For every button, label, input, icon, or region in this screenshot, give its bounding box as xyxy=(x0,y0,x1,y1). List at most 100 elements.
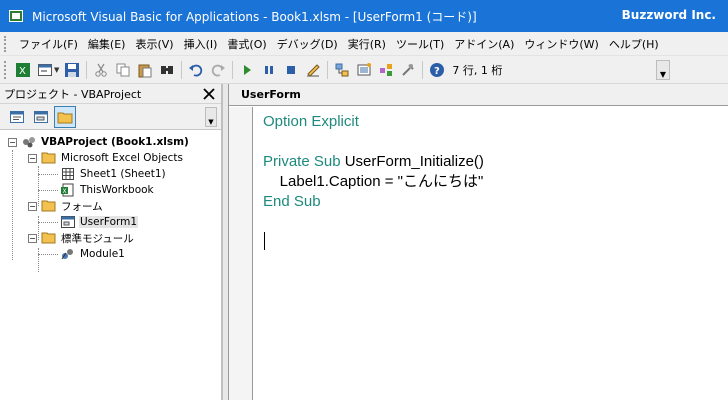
project-explorer-header: プロジェクト - VBAProject xyxy=(0,84,221,104)
run-icon[interactable] xyxy=(237,60,257,80)
svg-text:X: X xyxy=(19,66,26,77)
toolbar-overflow-button[interactable]: ▼ xyxy=(656,60,670,80)
reset-icon[interactable] xyxy=(281,60,301,80)
object-browser-icon[interactable] xyxy=(376,60,396,80)
code-editor[interactable]: Option Explicit Private Sub UserForm_Ini… xyxy=(263,112,484,212)
collapse-icon[interactable]: − xyxy=(28,153,37,163)
toolbar-separator xyxy=(327,60,329,79)
menu-debug[interactable]: デバッグ(D) xyxy=(272,36,343,52)
tree-node-sheet1[interactable]: Sheet1 (Sheet1) xyxy=(60,166,167,182)
project-explorer: プロジェクト - VBAProject ▼ − VBAProject (Book… xyxy=(0,84,222,400)
cut-icon[interactable] xyxy=(91,60,111,80)
project-toolbar-overflow-button[interactable]: ▼ xyxy=(205,107,217,127)
vba-project-icon xyxy=(21,135,37,149)
toggle-folders-icon[interactable] xyxy=(54,105,76,128)
tree-label-vbaproject: VBAProject (Book1.xlsm) xyxy=(41,136,189,148)
code-window: UserForm Option Explicit Private Sub Use… xyxy=(228,84,728,400)
menu-help[interactable]: ヘルプ(H) xyxy=(604,36,664,52)
menu-addins[interactable]: アドイン(A) xyxy=(449,36,519,52)
collapse-icon[interactable]: − xyxy=(28,233,37,243)
text-caret xyxy=(264,232,265,250)
tree-node-forms[interactable]: − フォーム xyxy=(28,198,104,214)
insert-userform-icon[interactable] xyxy=(35,60,55,80)
code-window-header: UserForm xyxy=(229,84,728,106)
menu-insert[interactable]: 挿入(I) xyxy=(179,36,223,52)
code-line: End Sub xyxy=(263,192,484,212)
tree-label-forms: フォーム xyxy=(61,200,103,213)
menu-bar: ファイル(F) 編集(E) 表示(V) 挿入(I) 書式(O) デバッグ(D) … xyxy=(0,32,728,56)
worksheet-icon xyxy=(60,167,76,181)
tree-node-userform1[interactable]: UserForm1 xyxy=(60,214,139,230)
tree-label-excel-objects: Microsoft Excel Objects xyxy=(61,152,183,164)
close-icon[interactable] xyxy=(201,86,217,102)
cursor-position-label: 7 行, 1 桁 xyxy=(452,63,503,77)
svg-text:X: X xyxy=(63,188,67,195)
insert-dropdown-icon[interactable]: ▼ xyxy=(54,66,59,74)
tree-node-thisworkbook[interactable]: X ThisWorkbook xyxy=(60,182,155,198)
menu-run[interactable]: 実行(R) xyxy=(343,36,391,52)
code-keyword: Private Sub xyxy=(263,153,341,170)
code-margin[interactable] xyxy=(229,107,253,400)
svg-text:?: ? xyxy=(434,66,440,77)
menu-edit[interactable]: 編集(E) xyxy=(83,36,131,52)
vba-app-icon[interactable] xyxy=(8,8,24,24)
folder-open-icon xyxy=(41,151,57,165)
code-line: Private Sub UserForm_Initialize() xyxy=(263,152,484,172)
toolbar-grip[interactable] xyxy=(4,60,8,79)
toolbar-separator xyxy=(181,60,183,79)
code-text: Label1.Caption = "こんにちは" xyxy=(263,173,484,190)
tree-node-module1[interactable]: Module1 xyxy=(60,246,126,262)
tree-label-sheet1: Sheet1 (Sheet1) xyxy=(80,168,166,180)
project-explorer-title: プロジェクト - VBAProject xyxy=(4,87,142,101)
undo-icon[interactable] xyxy=(186,60,206,80)
toolbar-separator xyxy=(232,60,234,79)
collapse-icon[interactable]: − xyxy=(28,201,37,211)
tree-node-vbaproject[interactable]: − VBAProject (Book1.xlsm) xyxy=(8,134,190,150)
workbook-icon: X xyxy=(60,183,76,197)
folder-open-icon xyxy=(41,231,57,245)
project-explorer-toolbar: ▼ xyxy=(0,104,221,130)
paste-icon[interactable] xyxy=(135,60,155,80)
code-keyword: End Sub xyxy=(263,193,321,210)
userform-icon xyxy=(60,215,76,229)
toolbar-separator xyxy=(422,60,424,79)
find-icon[interactable] xyxy=(157,60,177,80)
view-code-icon[interactable] xyxy=(6,106,28,128)
folder-open-icon xyxy=(41,199,57,213)
redo-icon[interactable] xyxy=(208,60,228,80)
help-icon[interactable]: ? xyxy=(427,60,447,80)
code-line: Label1.Caption = "こんにちは" xyxy=(263,172,484,192)
code-keyword: Option Explicit xyxy=(263,113,359,130)
code-line: Option Explicit xyxy=(263,112,484,132)
save-icon[interactable] xyxy=(62,60,82,80)
copy-icon[interactable] xyxy=(113,60,133,80)
menu-file[interactable]: ファイル(F) xyxy=(14,36,83,52)
project-explorer-icon[interactable] xyxy=(332,60,352,80)
menu-format[interactable]: 書式(O) xyxy=(222,36,271,52)
excel-view-icon[interactable]: X xyxy=(13,60,33,80)
menu-grip[interactable] xyxy=(4,35,8,52)
object-selector[interactable]: UserForm xyxy=(241,88,301,101)
menu-view[interactable]: 表示(V) xyxy=(130,36,178,52)
toolbox-icon[interactable] xyxy=(398,60,418,80)
tree-node-modules[interactable]: − 標準モジュール xyxy=(28,230,135,246)
tree-label-modules: 標準モジュール xyxy=(61,232,134,245)
tree-label-userform1: UserForm1 xyxy=(79,216,139,228)
break-icon[interactable] xyxy=(259,60,279,80)
design-mode-icon[interactable] xyxy=(303,60,323,80)
title-bar: Microsoft Visual Basic for Applications … xyxy=(0,0,728,32)
tree-label-thisworkbook: ThisWorkbook xyxy=(80,184,154,196)
tree-node-excel-objects[interactable]: − Microsoft Excel Objects xyxy=(28,150,184,166)
view-object-icon[interactable] xyxy=(30,106,52,128)
menu-window[interactable]: ウィンドウ(W) xyxy=(519,36,603,52)
brand-label: Buzzword Inc. xyxy=(621,8,716,22)
menu-tools[interactable]: ツール(T) xyxy=(391,36,449,52)
properties-window-icon[interactable] xyxy=(354,60,374,80)
code-text: UserForm_Initialize() xyxy=(340,153,484,170)
module-icon xyxy=(60,247,76,261)
tree-label-module1: Module1 xyxy=(80,248,125,260)
project-tree: − VBAProject (Book1.xlsm) − Microsoft Ex… xyxy=(0,130,221,400)
collapse-icon[interactable]: − xyxy=(8,137,17,147)
window-title: Microsoft Visual Basic for Applications … xyxy=(32,9,477,24)
